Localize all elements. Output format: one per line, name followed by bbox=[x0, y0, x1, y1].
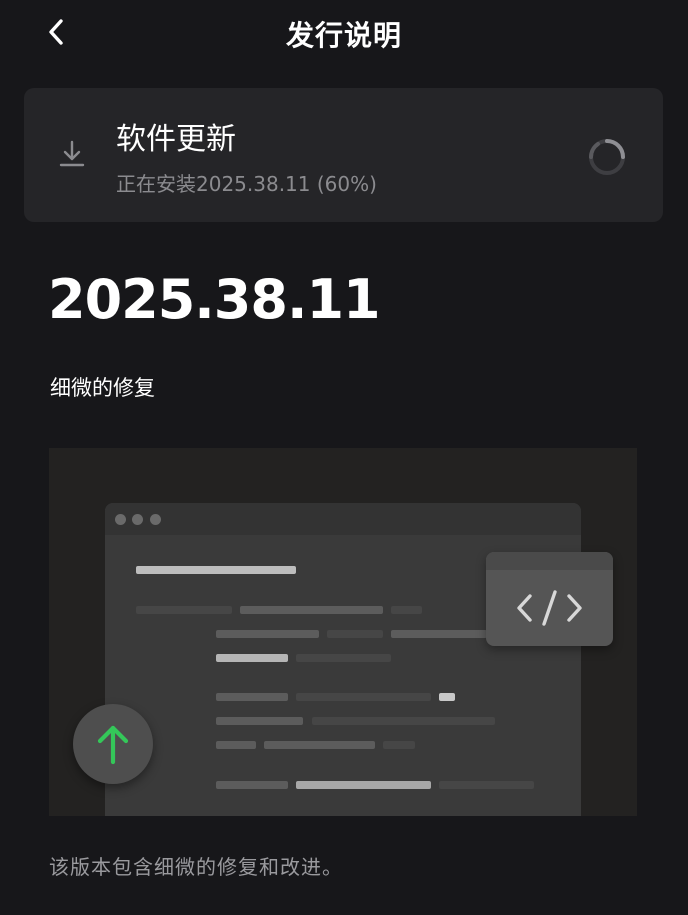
browser-title-bar bbox=[105, 503, 581, 535]
code-icon bbox=[517, 590, 582, 626]
update-title: 软件更新 bbox=[116, 122, 236, 157]
header: 发行说明 bbox=[0, 0, 688, 64]
update-status: 正在安装2025.38.11 (60%) bbox=[116, 172, 377, 196]
content-line bbox=[216, 654, 288, 662]
window-dot bbox=[150, 514, 161, 525]
content-line bbox=[264, 741, 375, 749]
content-line bbox=[383, 741, 415, 749]
content-line bbox=[312, 717, 495, 725]
arrow-up-icon bbox=[97, 725, 129, 765]
content-line bbox=[296, 781, 431, 789]
software-update-card[interactable]: 软件更新 正在安装2025.38.11 (60%) bbox=[24, 88, 663, 222]
page-title: 发行说明 bbox=[285, 19, 402, 52]
window-dot bbox=[115, 514, 126, 525]
version-number: 2025.38.11 bbox=[48, 268, 381, 331]
download-icon bbox=[59, 140, 85, 167]
loading-spinner-icon bbox=[589, 139, 625, 175]
content-line bbox=[216, 741, 256, 749]
content-line bbox=[216, 630, 319, 638]
browser-window-icon bbox=[105, 503, 581, 816]
content-line bbox=[216, 693, 288, 701]
version-subtitle: 细微的修复 bbox=[50, 376, 155, 400]
release-description: 该版本包含细微的修复和改进。 bbox=[49, 855, 343, 879]
content-line bbox=[216, 717, 303, 725]
window-dot bbox=[132, 514, 143, 525]
code-card bbox=[486, 552, 613, 646]
content-line bbox=[439, 693, 455, 701]
content-line bbox=[216, 781, 288, 789]
content-line bbox=[439, 781, 534, 789]
content-line bbox=[296, 654, 391, 662]
content-line bbox=[327, 630, 383, 638]
release-illustration bbox=[49, 448, 637, 816]
content-line bbox=[136, 566, 296, 574]
upload-badge bbox=[73, 704, 153, 784]
content-line bbox=[136, 606, 232, 614]
content-line bbox=[240, 606, 383, 614]
content-line bbox=[296, 693, 431, 701]
content-line bbox=[391, 630, 487, 638]
content-line bbox=[391, 606, 422, 614]
